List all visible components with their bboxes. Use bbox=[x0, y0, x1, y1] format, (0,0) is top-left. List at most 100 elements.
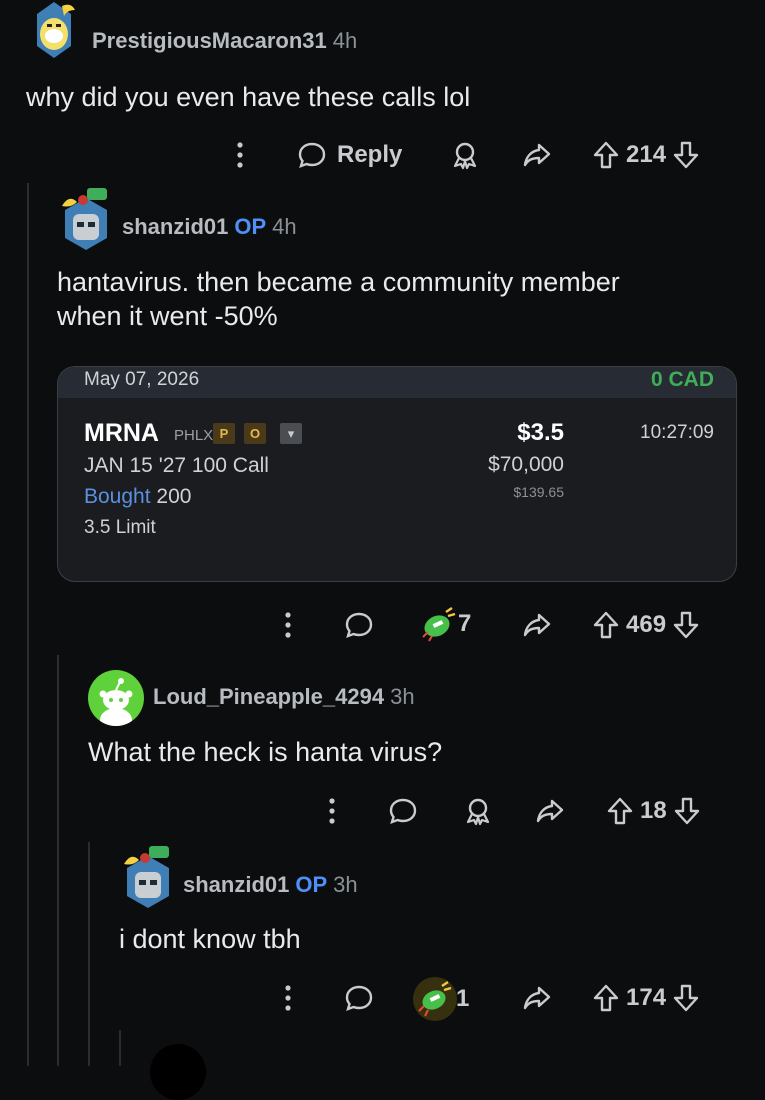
order-side: Bought 200 bbox=[84, 485, 191, 509]
username[interactable]: PrestigiousMacaron31 bbox=[92, 28, 327, 53]
downvote-icon[interactable] bbox=[672, 610, 700, 640]
trade-header: May 07, 2026 0 CAD bbox=[58, 367, 736, 398]
comment-text: What the heck is hanta virus? bbox=[88, 737, 443, 767]
comment-text-line: hantavirus. then became a community memb… bbox=[57, 267, 620, 297]
comment-bubble-icon bbox=[345, 985, 373, 1011]
share-button[interactable] bbox=[535, 796, 565, 826]
trade-confirmation-image[interactable]: May 07, 2026 0 CAD MRNA PHLX P O ▾ JAN 1… bbox=[57, 366, 737, 582]
vote-count: 174 bbox=[626, 984, 667, 1011]
award-button[interactable] bbox=[463, 796, 493, 826]
reply-label: Reply bbox=[337, 141, 403, 168]
community-award-icon bbox=[413, 977, 457, 1021]
share-icon bbox=[523, 143, 551, 167]
username[interactable]: shanzid01 bbox=[183, 872, 289, 897]
award-button[interactable] bbox=[450, 140, 480, 170]
award-button[interactable]: 7 bbox=[420, 606, 471, 642]
share-button[interactable] bbox=[522, 140, 552, 170]
quantity: 200 bbox=[156, 485, 192, 508]
avatar[interactable] bbox=[88, 670, 144, 726]
reply-button[interactable] bbox=[388, 796, 418, 826]
avatar-image bbox=[99, 678, 133, 726]
upvote-icon[interactable] bbox=[606, 796, 634, 826]
fill-price: $3.5 bbox=[517, 419, 564, 446]
more-options-button[interactable] bbox=[230, 140, 250, 170]
p-chip: P bbox=[213, 423, 235, 444]
timestamp: 4h bbox=[332, 28, 358, 53]
avatar[interactable] bbox=[121, 844, 175, 910]
downvote-icon[interactable] bbox=[673, 796, 701, 826]
ticker-symbol: MRNA bbox=[84, 419, 159, 447]
downvote-icon[interactable] bbox=[672, 983, 700, 1013]
downvote-icon[interactable] bbox=[672, 140, 700, 170]
comment-meta: Loud_Pineapple_4294 3h bbox=[153, 684, 415, 710]
o-chip: O bbox=[244, 423, 266, 444]
avatar[interactable] bbox=[59, 186, 113, 252]
reply-button[interactable] bbox=[344, 983, 374, 1013]
comment-meta: shanzid01 OP 3h bbox=[183, 872, 358, 898]
share-button[interactable] bbox=[522, 610, 552, 640]
vote-count: 469 bbox=[626, 611, 667, 638]
op-badge: OP bbox=[234, 214, 267, 239]
reply-button[interactable]: Reply bbox=[297, 140, 402, 170]
thread-line bbox=[119, 1030, 121, 1066]
vote-control: 214 bbox=[592, 140, 700, 170]
more-options-button[interactable] bbox=[322, 796, 342, 826]
avatar-image bbox=[37, 2, 75, 58]
comment-text: i dont know tbh bbox=[119, 924, 301, 954]
exchange-label: PHLX bbox=[174, 427, 214, 444]
timestamp: 3h bbox=[390, 684, 415, 709]
thread-line bbox=[88, 842, 90, 1066]
more-vertical-icon bbox=[329, 798, 335, 824]
username[interactable]: Loud_Pineapple_4294 bbox=[153, 684, 384, 709]
side-label: Bought bbox=[84, 485, 151, 508]
community-award-icon bbox=[422, 607, 456, 642]
timestamp: 4h bbox=[272, 214, 297, 239]
vote-control: 174 bbox=[592, 983, 700, 1013]
upvote-icon[interactable] bbox=[592, 610, 620, 640]
trade-date: May 07, 2026 bbox=[84, 369, 200, 390]
upvote-icon[interactable] bbox=[592, 140, 620, 170]
trade-time: 10:27:09 bbox=[640, 422, 714, 443]
comment-bubble-icon bbox=[298, 142, 326, 168]
more-vertical-icon bbox=[285, 612, 291, 638]
thread-line bbox=[57, 655, 59, 1066]
timestamp: 3h bbox=[333, 872, 358, 897]
username[interactable]: shanzid01 bbox=[122, 214, 228, 239]
comment-bubble-icon bbox=[345, 612, 373, 638]
vote-count: 214 bbox=[626, 141, 667, 168]
comment-text-line: when it went -50% bbox=[57, 301, 278, 331]
comment-meta: PrestigiousMacaron31 4h bbox=[92, 28, 357, 54]
upvote-icon[interactable] bbox=[592, 983, 620, 1013]
more-vertical-icon bbox=[237, 142, 243, 168]
more-options-button[interactable] bbox=[278, 983, 298, 1013]
award-count: 7 bbox=[458, 610, 472, 637]
op-badge: OP bbox=[295, 872, 328, 897]
comment-text: hantavirus. then became a community memb… bbox=[57, 265, 620, 333]
comment-bubble-icon bbox=[389, 798, 417, 824]
award-count: 1 bbox=[456, 985, 470, 1012]
vote-control: 469 bbox=[592, 610, 700, 640]
vote-control: 18 bbox=[606, 796, 701, 826]
comment-meta: shanzid01 OP 4h bbox=[122, 214, 297, 240]
more-vertical-icon bbox=[285, 985, 291, 1011]
award-icon bbox=[466, 798, 490, 826]
thread-line bbox=[27, 183, 29, 1066]
fee-value: $139.65 bbox=[513, 484, 564, 500]
avatar-image bbox=[124, 846, 169, 908]
award-button[interactable]: 1 bbox=[410, 974, 469, 1024]
reply-button[interactable] bbox=[344, 610, 374, 640]
avatar[interactable] bbox=[150, 1044, 206, 1100]
award-icon bbox=[453, 142, 477, 170]
avatar-image bbox=[62, 188, 107, 250]
comment-text: why did you even have these calls lol bbox=[26, 82, 471, 112]
share-icon bbox=[536, 799, 564, 823]
vote-count: 18 bbox=[640, 797, 667, 824]
share-button[interactable] bbox=[522, 983, 552, 1013]
trade-currency: 0 CAD bbox=[650, 368, 714, 391]
dropdown-chip: ▾ bbox=[280, 423, 302, 444]
contract-label: JAN 15 '27 100 Call bbox=[84, 454, 269, 477]
more-options-button[interactable] bbox=[278, 610, 298, 640]
order-type: 3.5 Limit bbox=[84, 517, 156, 538]
avatar[interactable] bbox=[27, 0, 81, 62]
share-icon bbox=[523, 613, 551, 637]
